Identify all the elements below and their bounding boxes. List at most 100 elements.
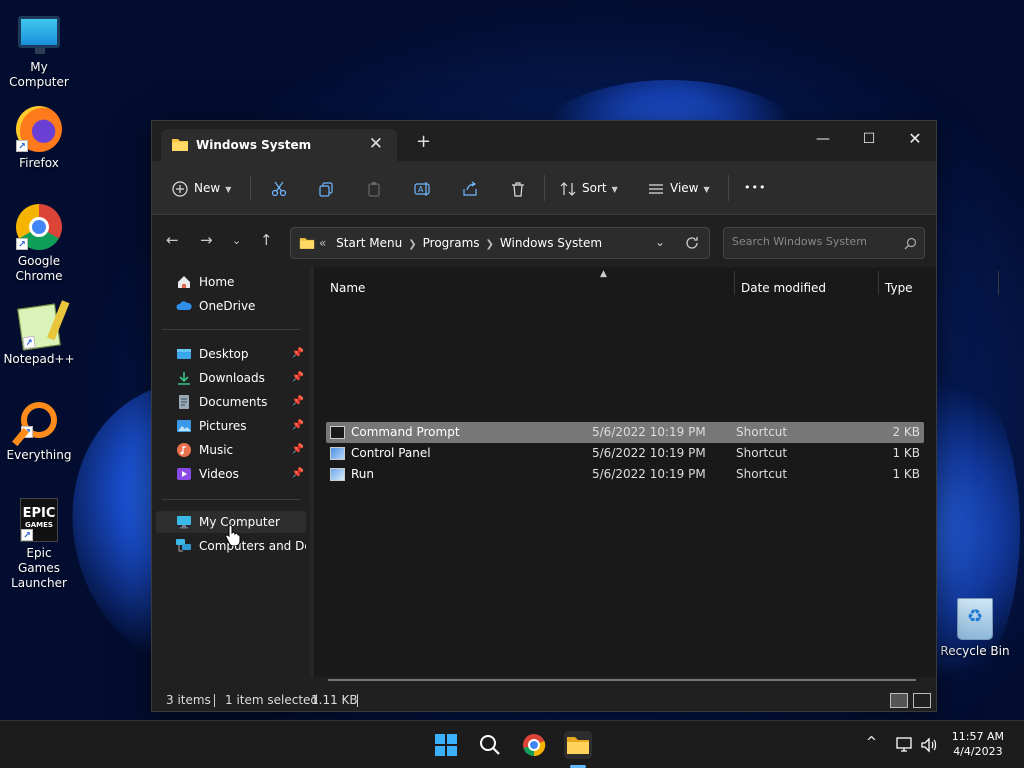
downloads-icon: [178, 372, 190, 385]
firefox-icon: ↗: [16, 106, 62, 152]
file-explorer-taskbar-button[interactable]: [564, 731, 592, 768]
details-view-icon[interactable]: [890, 693, 908, 708]
horizontal-scrollbar[interactable]: [328, 679, 916, 681]
nav-item-videos[interactable]: Videos 📌: [156, 463, 306, 485]
hand-cursor-icon: [225, 524, 241, 546]
navigation-pane: Home OneDrive Desktop 📌 Downloads 📌 Docu…: [152, 267, 310, 677]
chrome-taskbar-button[interactable]: [520, 731, 548, 759]
tab-windows-system[interactable]: Windows System ✕: [161, 129, 397, 161]
toolbar-divider: [250, 175, 251, 201]
nav-item-music[interactable]: Music 📌: [156, 439, 306, 461]
search-box[interactable]: [723, 227, 925, 259]
column-header-type[interactable]: Type: [885, 277, 913, 299]
close-window-button[interactable]: ✕: [892, 125, 938, 155]
breadcrumb-item[interactable]: Windows System: [500, 236, 602, 250]
desktop-icon-notepadpp[interactable]: ↗ Notepad++: [0, 303, 78, 367]
control-panel-icon: [330, 447, 345, 460]
column-divider[interactable]: [998, 271, 999, 295]
nav-item-onedrive[interactable]: OneDrive: [156, 295, 306, 317]
desktop-icon-label: My Computer: [9, 60, 69, 89]
column-divider[interactable]: [734, 271, 735, 295]
clock-time: 11:57 AM: [951, 730, 1004, 743]
more-options-button[interactable]: •••: [744, 175, 766, 201]
nav-item-label: Downloads: [199, 371, 265, 385]
desktop-icon-my-computer[interactable]: My Computer: [0, 10, 78, 90]
maximize-button[interactable]: ☐: [846, 125, 892, 155]
toolbar-divider: [544, 175, 545, 201]
new-label: New: [194, 181, 221, 195]
table-row[interactable]: Command Prompt 5/6/2022 10:19 PM Shortcu…: [326, 422, 924, 443]
desktop-icon-chrome[interactable]: ↗ Google Chrome: [0, 204, 78, 284]
rename-button[interactable]: A: [414, 175, 432, 201]
breadcrumb-overflow[interactable]: «: [319, 236, 326, 250]
scissors-icon: [271, 181, 287, 196]
sort-button[interactable]: Sort ▼: [560, 175, 618, 201]
pin-icon[interactable]: 📌: [292, 439, 304, 461]
cut-button[interactable]: [271, 175, 287, 201]
up-arrow-icon[interactable]: ↑: [260, 231, 273, 249]
tab-close-button[interactable]: ✕: [369, 134, 383, 154]
column-header-name[interactable]: Name: [330, 277, 365, 299]
back-arrow-icon[interactable]: ←: [166, 231, 179, 249]
column-header-date[interactable]: Date modified: [741, 277, 826, 299]
nav-item-label: Music: [199, 443, 234, 457]
address-row: ← → ⌄ ↑ « Start Menu ❯ Programs ❯ Windows Sy…: [152, 215, 936, 267]
volume-icon[interactable]: [920, 737, 940, 753]
search-taskbar-button[interactable]: [476, 731, 504, 759]
pin-icon[interactable]: 📌: [292, 463, 304, 485]
file-type: Shortcut: [736, 467, 788, 481]
recent-locations-chevron-icon[interactable]: ⌄: [232, 234, 241, 247]
search-input[interactable]: [732, 235, 892, 248]
table-row[interactable]: Run 5/6/2022 10:19 PM Shortcut 1 KB: [326, 464, 924, 485]
chrome-icon: ↗: [16, 204, 62, 250]
desktop-icon-everything[interactable]: ↗ Everything: [0, 402, 78, 463]
table-row[interactable]: Control Panel 5/6/2022 10:19 PM Shortcut…: [326, 443, 924, 464]
address-bar[interactable]: « Start Menu ❯ Programs ❯ Windows System ⌄: [290, 227, 710, 259]
desktop-icon-label: Notepad++: [3, 352, 75, 366]
nav-item-home[interactable]: Home: [156, 271, 306, 293]
chevron-down-icon: ▼: [703, 185, 710, 194]
tiles-view-icon[interactable]: [913, 693, 931, 708]
monitor-icon: [18, 16, 60, 54]
desktop-icon-label: Epic Games Launcher: [11, 546, 67, 590]
file-name: Control Panel: [351, 446, 431, 460]
folder-icon: [567, 737, 589, 754]
nav-item-downloads[interactable]: Downloads 📌: [156, 367, 306, 389]
desktop-icon-recycle-bin[interactable]: Recycle Bin: [936, 598, 1014, 659]
share-button[interactable]: [462, 175, 478, 201]
nav-item-pictures[interactable]: Pictures 📌: [156, 415, 306, 437]
view-button[interactable]: View ▼: [648, 175, 710, 201]
start-button[interactable]: [432, 731, 460, 759]
column-divider[interactable]: [878, 271, 879, 295]
minimize-button[interactable]: —: [800, 125, 846, 155]
nav-item-documents[interactable]: Documents 📌: [156, 391, 306, 413]
network-monitor-icon[interactable]: [896, 737, 914, 753]
desktop-icon-firefox[interactable]: ↗ Firefox: [0, 106, 78, 171]
videos-icon: [177, 468, 191, 480]
new-button[interactable]: New ▼: [172, 175, 231, 201]
folder-icon: [172, 139, 188, 151]
nav-item-label: Pictures: [199, 419, 247, 433]
breadcrumb-item[interactable]: Programs: [423, 236, 480, 250]
system-clock[interactable]: 11:57 AM 4/4/2023: [952, 729, 1004, 759]
paste-button[interactable]: [366, 175, 382, 201]
delete-button[interactable]: [510, 175, 526, 201]
address-dropdown-chevron-icon[interactable]: ⌄: [655, 235, 665, 249]
desktop-icon-epic-games[interactable]: EPIC GAMES ↗ Epic Games Launcher: [0, 498, 78, 591]
forward-arrow-icon[interactable]: →: [200, 231, 213, 249]
pin-icon[interactable]: 📌: [292, 415, 304, 437]
new-tab-button[interactable]: +: [416, 131, 431, 152]
pin-icon[interactable]: 📌: [292, 367, 304, 389]
title-bar[interactable]: Windows System ✕ + — ☐ ✕: [152, 121, 936, 161]
nav-item-label: Documents: [199, 395, 268, 409]
refresh-icon[interactable]: [685, 236, 699, 250]
copy-button[interactable]: [318, 175, 334, 201]
pin-icon[interactable]: 📌: [292, 391, 304, 413]
plus-circle-icon: [172, 180, 188, 197]
breadcrumb-item[interactable]: Start Menu: [336, 236, 402, 250]
tray-expand-chevron-icon[interactable]: ^: [866, 735, 877, 750]
shortcut-arrow-icon: ↗: [22, 335, 36, 350]
nav-item-desktop[interactable]: Desktop 📌: [156, 343, 306, 365]
pin-icon[interactable]: 📌: [292, 343, 304, 365]
file-date: 5/6/2022 10:19 PM: [592, 446, 706, 460]
